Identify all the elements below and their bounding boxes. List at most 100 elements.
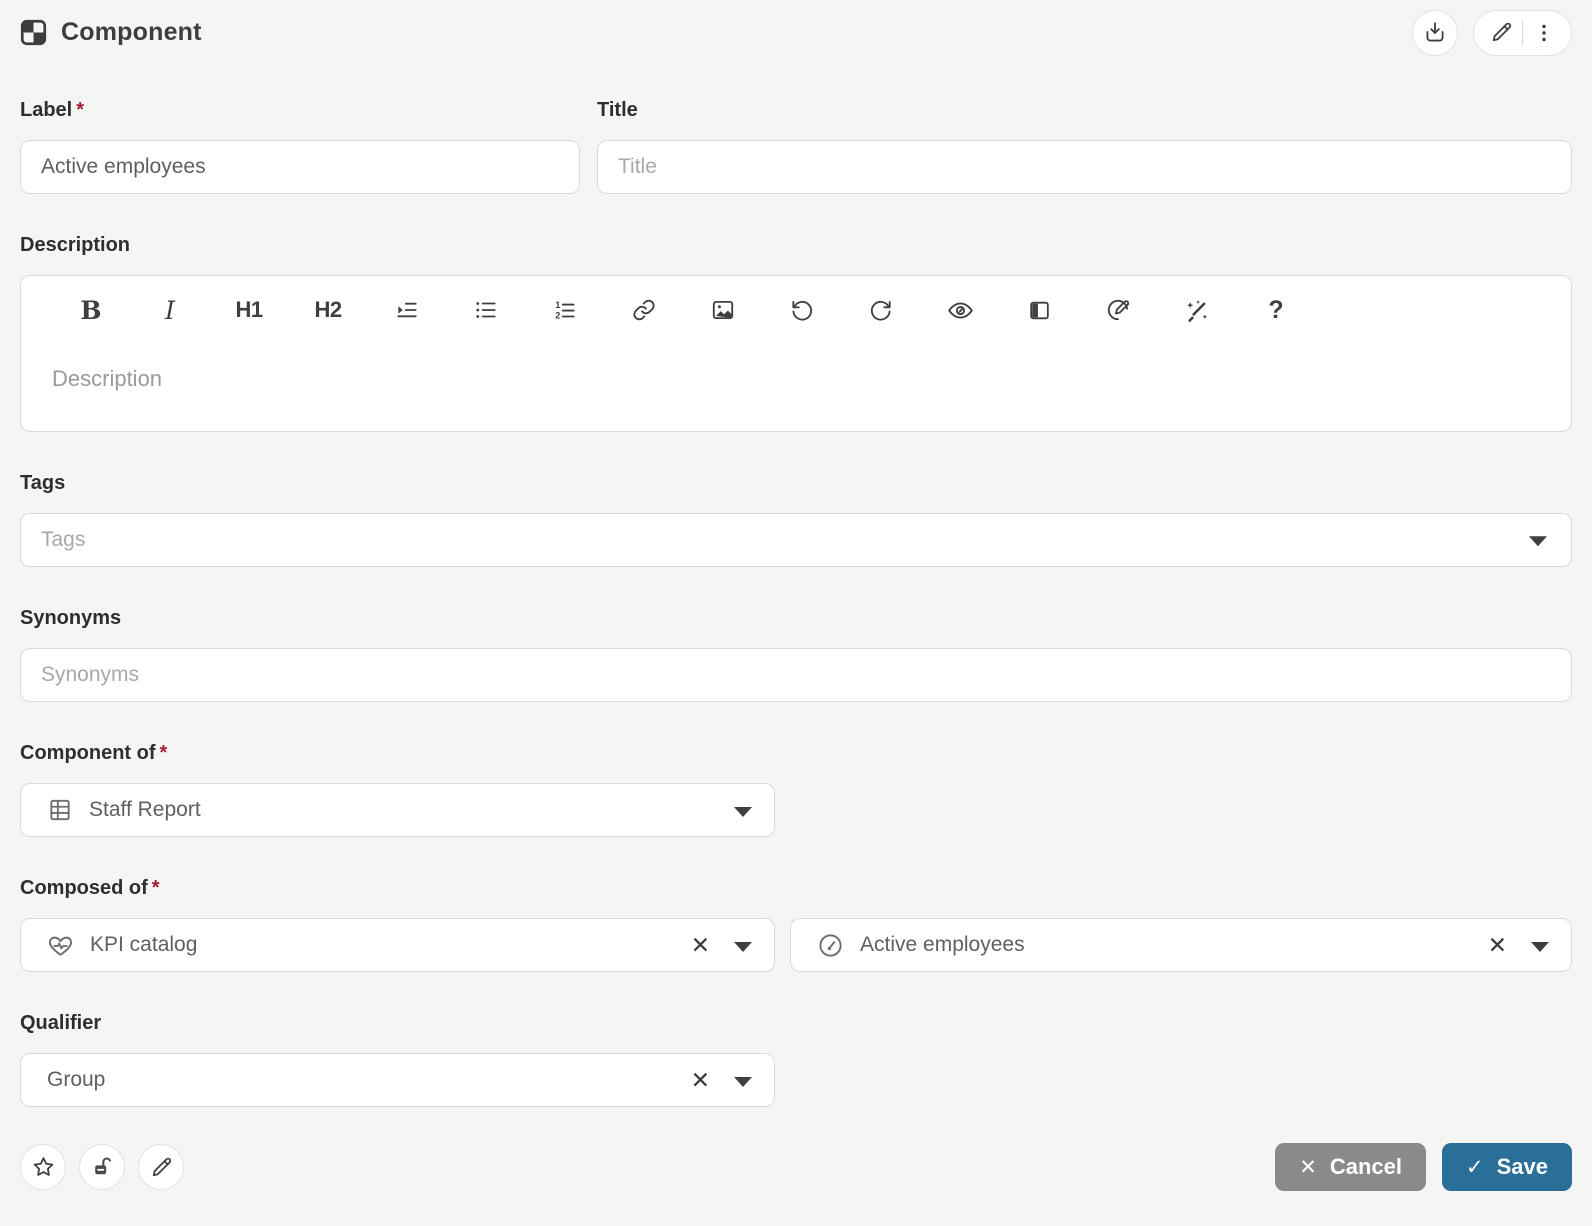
magic-wand-icon: [1186, 299, 1207, 322]
cancel-x-icon: ✕: [1299, 1155, 1317, 1179]
more-options-button[interactable]: [1523, 10, 1565, 56]
required-asterisk: *: [159, 742, 168, 764]
synonyms-field-label: Synonyms: [20, 607, 122, 629]
composed-of-value-1: KPI catalog: [90, 933, 198, 956]
unlock-icon: [94, 1156, 111, 1174]
indent-icon: [397, 302, 417, 318]
eye-icon: [947, 301, 973, 319]
preview-button[interactable]: [940, 290, 980, 330]
edit-mode-button[interactable]: [138, 1144, 184, 1190]
required-asterisk: *: [151, 877, 160, 899]
undo-icon: [792, 300, 813, 321]
tags-input[interactable]: [20, 513, 1572, 567]
heart-pulse-icon: [47, 932, 74, 959]
label-text: Label: [20, 99, 73, 121]
tags-field-label: Tags: [20, 472, 66, 494]
ordered-list-icon: 1 2: [555, 300, 575, 321]
component-of-value: Staff Report: [89, 798, 201, 821]
gauge-icon: [817, 932, 844, 959]
clear-icon[interactable]: ✕: [685, 1068, 716, 1092]
bullet-list-button[interactable]: [466, 290, 506, 330]
label-text: Composed of: [20, 877, 148, 899]
chevron-down-icon[interactable]: [734, 942, 752, 952]
description-placeholder: Description: [52, 366, 163, 391]
title-input[interactable]: [597, 140, 1572, 194]
bullet-list-icon: [476, 302, 496, 318]
qualifier-value: Group: [47, 1068, 106, 1091]
bold-button[interactable]: B: [71, 290, 111, 330]
chevron-down-icon[interactable]: [1531, 942, 1549, 952]
redo-button[interactable]: [861, 290, 901, 330]
heading1-button[interactable]: H1: [229, 290, 269, 330]
qualifier-select[interactable]: Group ✕: [20, 1053, 775, 1107]
table-icon: [47, 797, 73, 823]
description-editor: B I H1 H2 1 2 ? Description: [20, 275, 1572, 432]
page-title: Component: [61, 18, 202, 46]
composed-of-value-2: Active employees: [860, 933, 1025, 956]
redo-icon: [870, 300, 891, 321]
tags-field: [20, 513, 1572, 567]
svg-text:1: 1: [555, 300, 560, 310]
save-button[interactable]: ✓ Save: [1442, 1143, 1572, 1191]
cancel-button[interactable]: ✕ Cancel: [1275, 1143, 1426, 1191]
italic-button[interactable]: I: [150, 290, 190, 330]
svg-text:2: 2: [555, 311, 560, 321]
component-of-field-label: Component of *: [20, 742, 1572, 765]
cancel-label: Cancel: [1329, 1154, 1402, 1179]
check-icon: ✓: [1466, 1155, 1484, 1179]
ordered-list-button[interactable]: 1 2: [545, 290, 585, 330]
composed-of-row: KPI catalog ✕ Active employees ✕: [20, 918, 1572, 972]
description-input[interactable]: Description: [21, 330, 1571, 427]
link-button[interactable]: [624, 290, 664, 330]
download-button[interactable]: [1412, 9, 1458, 56]
columns-icon: [1029, 301, 1049, 319]
header-actions: [1412, 9, 1572, 56]
clear-icon[interactable]: ✕: [685, 933, 716, 957]
editor-toolbar: B I H1 H2 1 2 ?: [21, 276, 1571, 330]
description-field-label: Description: [20, 234, 131, 256]
columns-button[interactable]: [1019, 290, 1059, 330]
header: Component: [20, 0, 1572, 56]
chevron-down-icon[interactable]: [734, 1077, 752, 1087]
pencil-icon: [1492, 22, 1511, 42]
clear-icon[interactable]: ✕: [1482, 933, 1513, 957]
composed-of-select-1[interactable]: KPI catalog ✕: [20, 918, 775, 972]
star-icon: [33, 1156, 53, 1176]
composed-of-field-label: Composed of *: [20, 877, 1572, 900]
edit-circle-icon: [1107, 299, 1130, 321]
heading2-button[interactable]: H2: [308, 290, 348, 330]
lock-toggle-button[interactable]: [79, 1144, 125, 1190]
label-text: Component of: [20, 742, 156, 764]
edit-button[interactable]: [1480, 10, 1522, 56]
footer-icon-buttons: [20, 1144, 184, 1190]
label-input[interactable]: [20, 140, 580, 194]
undo-button[interactable]: [782, 290, 822, 330]
title-field-label: Title: [597, 99, 638, 121]
component-form-page: Component Label * Active employees Title…: [0, 0, 1592, 1191]
footer-actions: ✕ Cancel ✓ Save: [1275, 1143, 1572, 1191]
download-icon: [1426, 21, 1444, 42]
composed-of-select-2[interactable]: Active employees ✕: [790, 918, 1572, 972]
edit-menu-group: [1473, 9, 1572, 56]
help-button[interactable]: ?: [1256, 290, 1296, 330]
annotate-button[interactable]: [1098, 290, 1138, 330]
synonyms-input[interactable]: [20, 648, 1572, 702]
link-icon: [633, 299, 655, 321]
kebab-menu-icon: [1542, 24, 1546, 41]
chevron-down-icon[interactable]: [734, 807, 752, 817]
label-field-label: Label *: [20, 99, 580, 122]
chevron-down-icon[interactable]: [1529, 536, 1547, 547]
image-button[interactable]: [703, 290, 743, 330]
save-label: Save: [1496, 1154, 1548, 1179]
component-of-select[interactable]: Staff Report: [20, 783, 775, 837]
favorite-button[interactable]: [20, 1144, 66, 1190]
ai-assist-button[interactable]: [1177, 290, 1217, 330]
component-icon: [20, 19, 47, 46]
label-title-row: Label* Title: [20, 56, 1572, 194]
image-icon: [712, 300, 734, 320]
footer: ✕ Cancel ✓ Save: [20, 1143, 1572, 1191]
indent-button[interactable]: [387, 290, 427, 330]
qualifier-field-label: Qualifier: [20, 1012, 102, 1034]
required-asterisk: *: [76, 99, 85, 121]
pencil-icon: [152, 1157, 171, 1176]
